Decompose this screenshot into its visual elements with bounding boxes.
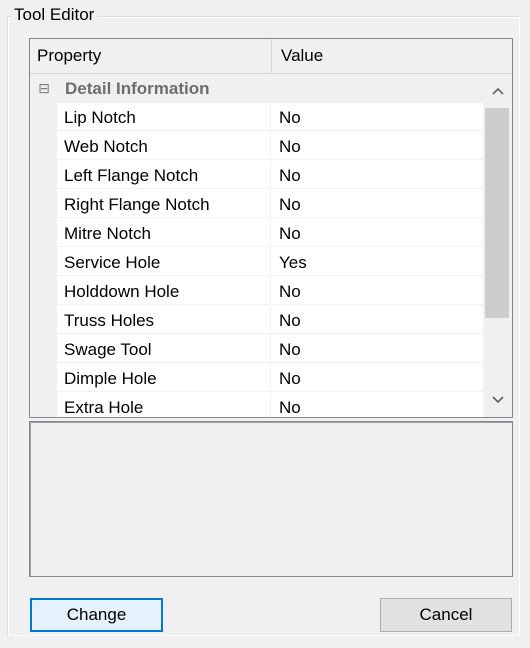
grid-header: Property Value bbox=[30, 39, 512, 74]
property-column-header[interactable]: Property bbox=[30, 39, 272, 73]
scroll-down-button[interactable] bbox=[483, 383, 512, 417]
property-value[interactable]: No bbox=[272, 364, 483, 392]
property-value[interactable]: No bbox=[272, 161, 483, 189]
property-row[interactable]: Truss Holes No bbox=[30, 306, 483, 335]
property-name: Holddown Hole bbox=[57, 277, 271, 305]
property-name: Truss Holes bbox=[57, 306, 271, 334]
property-row[interactable]: Left Flange Notch No bbox=[30, 161, 483, 190]
property-name: Dimple Hole bbox=[57, 364, 271, 392]
collapse-icon[interactable]: ⊟ bbox=[37, 81, 51, 95]
property-name: Right Flange Notch bbox=[57, 190, 271, 218]
property-name: Mitre Notch bbox=[57, 219, 271, 247]
property-value[interactable]: No bbox=[272, 393, 483, 417]
property-name: Left Flange Notch bbox=[57, 161, 271, 189]
property-row[interactable]: Lip Notch No bbox=[30, 103, 483, 132]
property-row[interactable]: Web Notch No bbox=[30, 132, 483, 161]
category-label: Detail Information bbox=[65, 79, 210, 98]
property-name: Lip Notch bbox=[57, 103, 271, 131]
property-value[interactable]: No bbox=[272, 277, 483, 305]
property-name: Swage Tool bbox=[57, 335, 271, 363]
property-row[interactable]: Dimple Hole No bbox=[30, 364, 483, 393]
grid-rows: ⊟ Detail Information Lip Notch No Web No… bbox=[30, 74, 483, 417]
chevron-up-icon bbox=[491, 87, 504, 95]
property-value[interactable]: No bbox=[272, 219, 483, 247]
group-title: Tool Editor bbox=[11, 5, 98, 25]
property-value[interactable]: No bbox=[272, 190, 483, 218]
scroll-up-button[interactable] bbox=[483, 74, 512, 108]
cancel-button[interactable]: Cancel bbox=[380, 598, 512, 632]
chevron-down-icon bbox=[491, 396, 504, 404]
property-row[interactable]: Holddown Hole No bbox=[30, 277, 483, 306]
property-grid[interactable]: Property Value ⊟ Detail Information Lip … bbox=[29, 38, 513, 418]
property-value[interactable]: No bbox=[272, 103, 483, 131]
description-panel bbox=[29, 421, 513, 577]
property-row[interactable]: Service Hole Yes bbox=[30, 248, 483, 277]
property-row[interactable]: Mitre Notch No bbox=[30, 219, 483, 248]
change-button[interactable]: Change bbox=[30, 598, 163, 632]
property-value[interactable]: Yes bbox=[272, 248, 483, 276]
scroll-thumb[interactable] bbox=[485, 108, 509, 318]
property-row[interactable]: Right Flange Notch No bbox=[30, 190, 483, 219]
property-value[interactable]: No bbox=[272, 132, 483, 160]
property-name: Extra Hole bbox=[57, 393, 271, 417]
property-row[interactable]: Swage Tool No bbox=[30, 335, 483, 364]
property-value[interactable]: No bbox=[272, 335, 483, 363]
property-row[interactable]: Extra Hole No bbox=[30, 393, 483, 417]
vertical-scrollbar[interactable] bbox=[483, 74, 512, 417]
property-name: Service Hole bbox=[57, 248, 271, 276]
property-name: Web Notch bbox=[57, 132, 271, 160]
value-column-header[interactable]: Value bbox=[272, 39, 512, 73]
property-value[interactable]: No bbox=[272, 306, 483, 334]
category-row[interactable]: ⊟ Detail Information bbox=[30, 74, 483, 103]
